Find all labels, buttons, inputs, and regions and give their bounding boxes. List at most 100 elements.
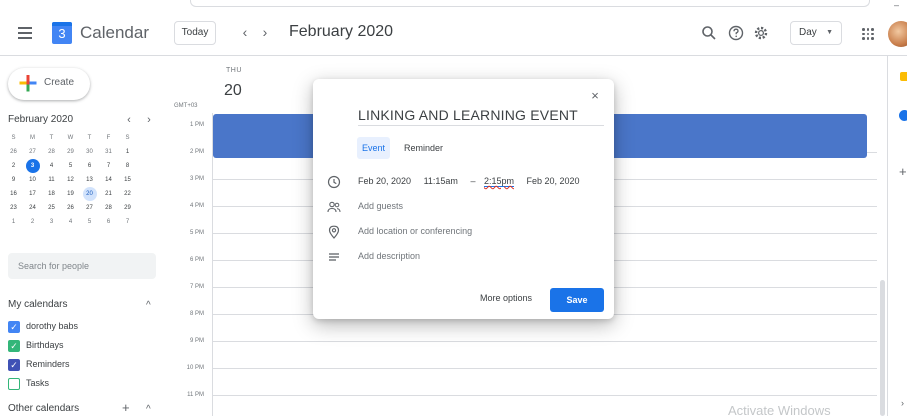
checkbox-checked[interactable]: ✓ <box>8 359 20 371</box>
end-time-field[interactable]: 2:15pm <box>483 176 514 187</box>
hour-label: 7 PM <box>189 284 204 290</box>
mini-calendar-day[interactable]: 8 <box>118 159 137 173</box>
chevron-up-icon[interactable]: ^ <box>146 300 151 311</box>
end-date-field[interactable]: Feb 20, 2020 <box>527 176 580 186</box>
search-icon[interactable] <box>700 24 718 42</box>
mini-calendar-day[interactable]: 9 <box>4 173 23 187</box>
mini-calendar-day[interactable]: 7 <box>118 215 137 229</box>
today-button[interactable]: Today <box>174 21 216 45</box>
mini-calendar-day[interactable]: 11 <box>42 173 61 187</box>
mini-calendar-day[interactable]: 6 <box>80 159 99 173</box>
my-calendars-heading[interactable]: My calendars <box>8 299 67 310</box>
mini-calendar-day[interactable]: 26 <box>61 201 80 215</box>
save-button[interactable]: Save <box>550 288 604 312</box>
mini-calendar-day[interactable]: 18 <box>42 187 61 201</box>
other-calendars-heading[interactable]: Other calendars <box>8 403 79 414</box>
search-people-input[interactable]: Search for people <box>8 253 156 279</box>
mini-calendar-day[interactable]: 5 <box>61 159 80 173</box>
next-day-button[interactable]: › <box>258 24 272 40</box>
calendar-item-label: Tasks <box>26 378 50 388</box>
menu-icon[interactable] <box>18 27 32 39</box>
mini-calendar-day[interactable]: 13 <box>80 173 99 187</box>
mini-calendar-day[interactable]: 6 <box>99 215 118 229</box>
create-button[interactable]: Create <box>8 68 90 100</box>
start-date-field[interactable]: Feb 20, 2020 <box>358 176 411 186</box>
hour-label: 3 PM <box>189 176 204 182</box>
mini-calendar-day[interactable]: 1 <box>118 145 137 159</box>
event-title-input[interactable]: LINKING AND LEARNING EVENT <box>358 107 578 123</box>
tab-event[interactable]: Event <box>357 137 391 159</box>
mini-calendar-day[interactable]: 31 <box>99 145 118 159</box>
app-title: Calendar <box>80 23 149 42</box>
mini-calendar-day[interactable]: 28 <box>99 201 118 215</box>
chevron-right-icon[interactable]: › <box>901 398 904 408</box>
checkbox-checked[interactable]: ✓ <box>8 321 20 333</box>
mini-calendar-day[interactable]: 27 <box>23 145 42 159</box>
mini-calendar-day-selected[interactable]: 20 <box>80 187 99 201</box>
mini-calendar-day[interactable]: 7 <box>99 159 118 173</box>
mini-calendar-day[interactable]: 1 <box>4 215 23 229</box>
checkbox-checked[interactable]: ✓ <box>8 340 20 352</box>
browser-strip: – <box>0 0 907 12</box>
mini-calendar-day[interactable]: 2 <box>23 215 42 229</box>
add-addon-plus-icon[interactable]: + <box>899 164 907 179</box>
mini-calendar-day[interactable]: 15 <box>118 173 137 187</box>
tasks-icon[interactable] <box>899 110 907 121</box>
mini-calendar-day[interactable]: 21 <box>99 187 118 201</box>
weekday-head: S <box>11 135 16 141</box>
mini-calendar-day[interactable]: 5 <box>80 215 99 229</box>
mini-calendar-day[interactable]: 26 <box>4 145 23 159</box>
mini-calendar-day[interactable]: 17 <box>23 187 42 201</box>
hour-label: 6 PM <box>189 257 204 263</box>
gear-icon[interactable] <box>752 24 770 42</box>
mini-calendar-day[interactable]: 10 <box>23 173 42 187</box>
mini-calendar-day[interactable]: 29 <box>118 201 137 215</box>
mini-calendar-next-button[interactable]: › <box>144 114 154 126</box>
keep-icon[interactable] <box>900 72 907 81</box>
mini-calendar-day-today[interactable]: 3 <box>23 159 42 173</box>
mini-calendar-day[interactable]: 3 <box>42 215 61 229</box>
chevron-up-icon[interactable]: ^ <box>146 404 151 415</box>
mini-calendar-day[interactable]: 28 <box>42 145 61 159</box>
weekday-head: M <box>30 135 35 141</box>
window-minimize-glyph[interactable]: – <box>894 0 899 10</box>
avatar[interactable] <box>888 21 907 47</box>
mini-calendar-day[interactable]: 29 <box>61 145 80 159</box>
add-guests-input[interactable]: Add guests <box>358 201 403 211</box>
checkbox-unchecked[interactable] <box>8 378 20 390</box>
mini-calendar-day[interactable]: 27 <box>80 201 99 215</box>
mini-calendar-day[interactable]: 12 <box>61 173 80 187</box>
add-location-input[interactable]: Add location or conferencing <box>358 226 472 236</box>
more-options-button[interactable]: More options <box>480 293 532 303</box>
time-separator: – <box>470 176 476 186</box>
add-calendar-plus-icon[interactable]: + <box>122 400 130 415</box>
calendar-logo-icon: 3 <box>52 22 72 44</box>
scrollbar-thumb[interactable] <box>880 280 885 416</box>
mini-calendar-prev-button[interactable]: ‹ <box>124 114 134 126</box>
close-icon[interactable]: × <box>587 88 603 103</box>
mini-calendar-day[interactable]: 19 <box>61 187 80 201</box>
weekday-head: T <box>87 135 92 141</box>
mini-calendar-day[interactable]: 23 <box>4 201 23 215</box>
apps-grid-icon[interactable] <box>862 28 874 40</box>
help-icon[interactable] <box>727 24 745 42</box>
view-select[interactable]: Day ▼ <box>790 21 842 45</box>
mini-calendar-day[interactable]: 2 <box>4 159 23 173</box>
mini-calendar-day[interactable]: 4 <box>61 215 80 229</box>
mini-calendar-day[interactable]: 22 <box>118 187 137 201</box>
hour-gridline <box>212 341 877 342</box>
hour-label: 4 PM <box>189 203 204 209</box>
mini-calendar-day[interactable]: 30 <box>80 145 99 159</box>
mini-calendar-day[interactable]: 25 <box>42 201 61 215</box>
calendar-window: – 3 Calendar Today ‹ › February 2020 Day… <box>0 0 907 416</box>
previous-day-button[interactable]: ‹ <box>238 24 252 40</box>
mini-calendar-day[interactable]: 14 <box>99 173 118 187</box>
tab-reminder[interactable]: Reminder <box>399 137 448 159</box>
start-time-field[interactable]: 11:15am <box>424 176 458 186</box>
day-number[interactable]: 20 <box>224 82 242 100</box>
mini-calendar-day[interactable]: 24 <box>23 201 42 215</box>
mini-calendar-day[interactable]: 16 <box>4 187 23 201</box>
add-description-input[interactable]: Add description <box>358 251 420 261</box>
mini-calendar-day[interactable]: 4 <box>42 159 61 173</box>
hour-label: 2 PM <box>189 149 204 155</box>
